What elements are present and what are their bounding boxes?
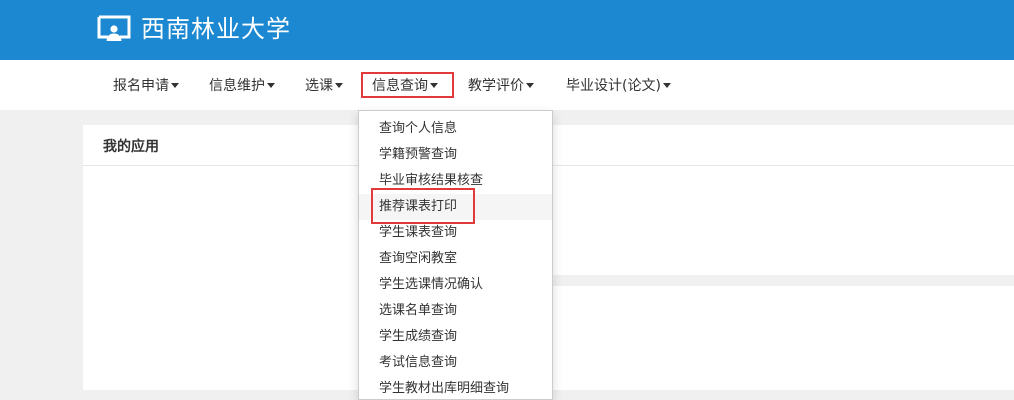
site-name: 西南林业大学 [141,15,291,43]
nav-item-label: 教学评价 [468,78,524,94]
nav-item-course-selection[interactable]: 选课 [305,74,343,98]
nav-item-label: 毕业设计(论文) [566,78,661,94]
menu-item-free-classroom[interactable]: 查询空闲教室 [359,246,552,272]
menu-item-highlight-box [371,188,475,224]
main-navbar: 报名申请 信息维护 选课 信息查询 教学评价 毕业设计(论文) [0,60,1014,110]
nav-item-graduation-thesis[interactable]: 毕业设计(论文) [566,74,671,98]
nav-item-highlight-box [361,72,454,98]
menu-item-academic-warning[interactable]: 学籍预警查询 [359,142,552,168]
nav-item-label: 报名申请 [113,78,169,94]
site-logo[interactable]: 西南林业大学 [96,13,291,45]
nav-item-label: 信息维护 [209,78,265,94]
panel-title: 我的应用 [103,139,159,155]
caret-down-icon [526,82,534,88]
nav-item-label: 选课 [305,78,333,94]
menu-item-student-grades[interactable]: 学生成绩查询 [359,324,552,350]
menu-item-exam-info[interactable]: 考试信息查询 [359,350,552,376]
menu-item-personal-info[interactable]: 查询个人信息 [359,116,552,142]
caret-down-icon [335,82,343,88]
caret-down-icon [267,82,275,88]
nav-item-registration[interactable]: 报名申请 [113,74,179,98]
menu-item-course-selection-confirm[interactable]: 学生选课情况确认 [359,272,552,298]
caret-down-icon [662,82,671,88]
menu-item-course-roster[interactable]: 选课名单查询 [359,298,552,324]
top-header: 西南林业大学 [0,0,1014,60]
menu-item-textbook-outbound[interactable]: 学生教材出库明细查询 [359,376,552,399]
nav-item-teaching-evaluation[interactable]: 教学评价 [468,74,534,98]
monitor-person-icon [97,15,131,41]
caret-down-icon [171,82,179,88]
nav-item-info-maintenance[interactable]: 信息维护 [209,74,275,98]
panel-separator-strip [553,275,1014,286]
info-query-dropdown-menu: 查询个人信息 学籍预警查询 毕业审核结果核查 推荐课表打印 学生课表查询 查询空… [358,110,553,400]
